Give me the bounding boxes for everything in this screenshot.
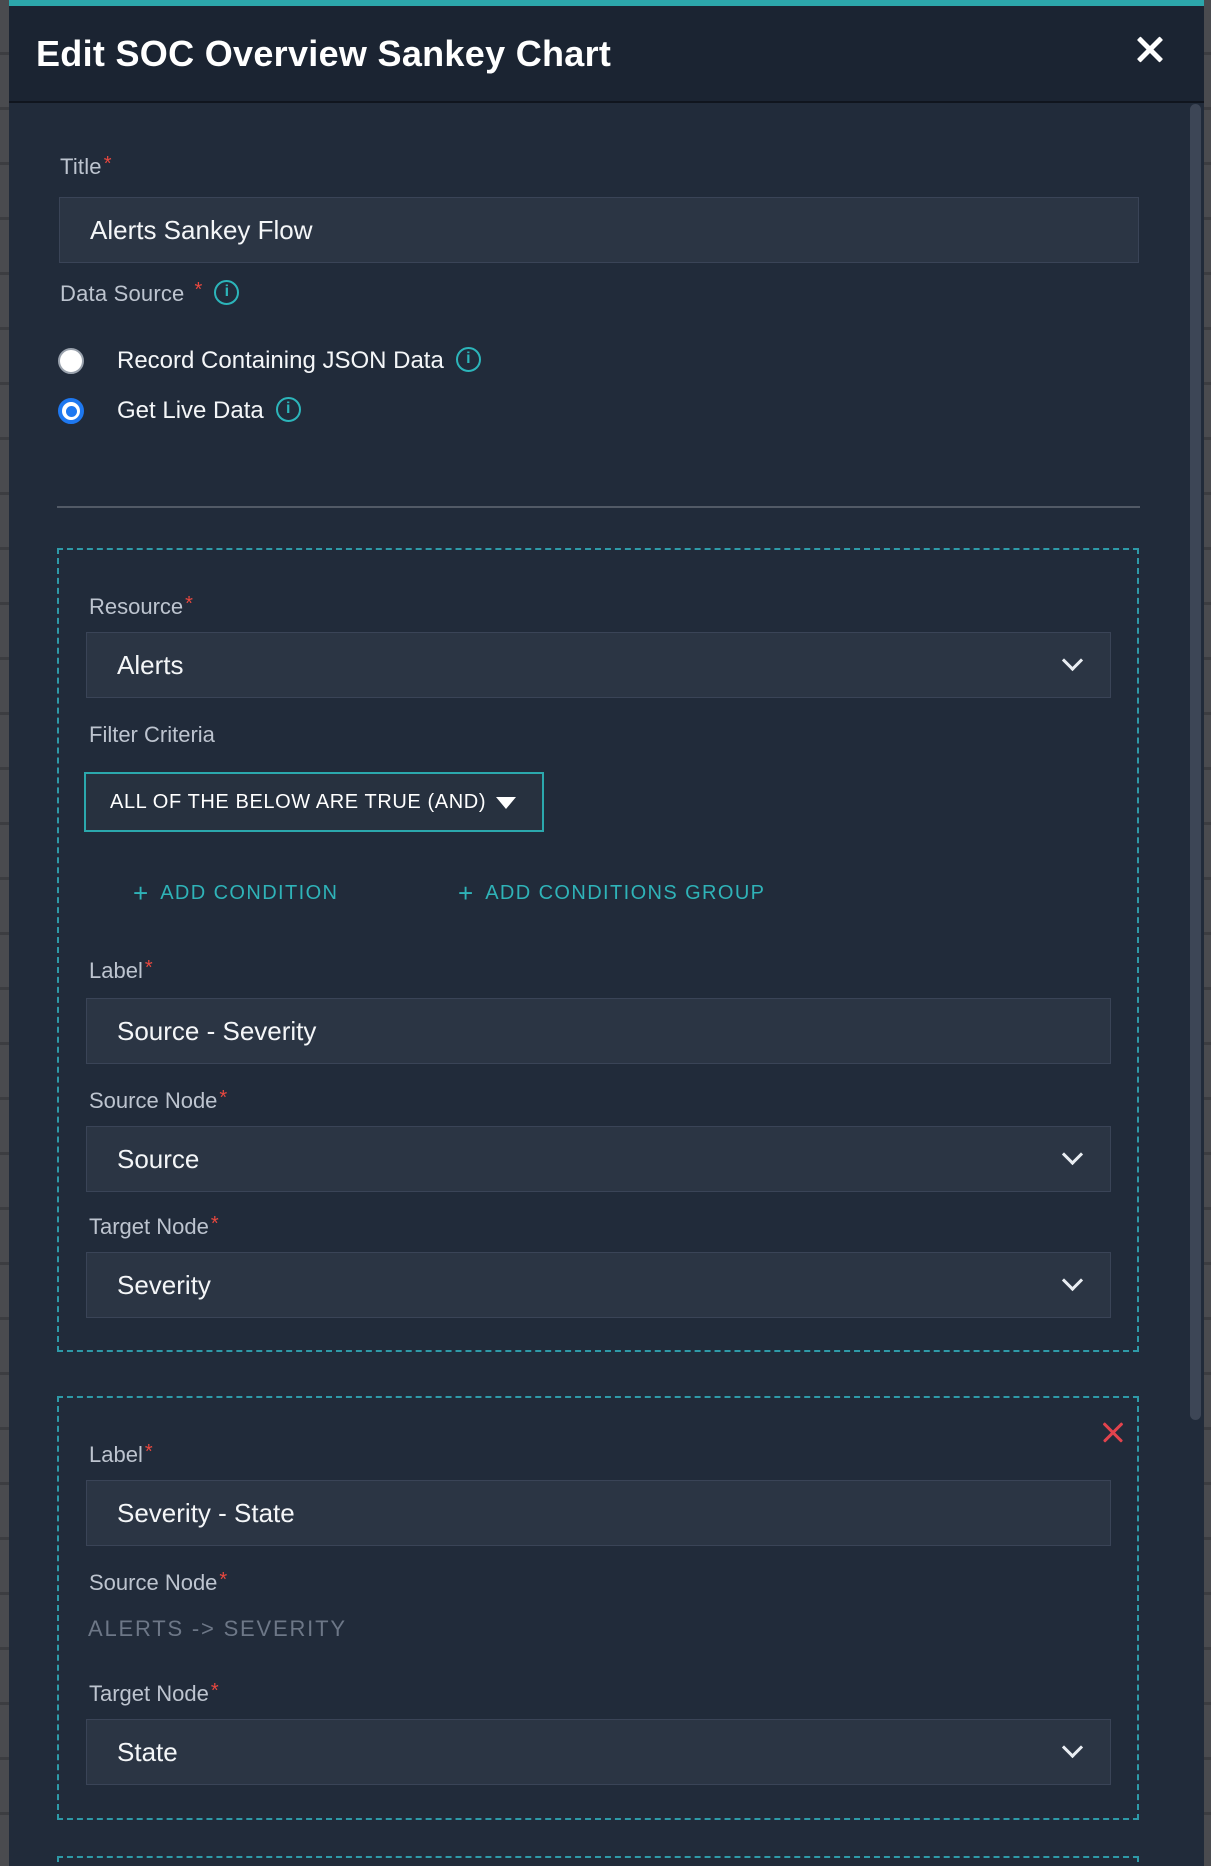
add-condition-button[interactable]: + ADD CONDITION (133, 878, 338, 909)
link2-label-field-label: Label* (89, 1442, 153, 1468)
link2-target-node-label: Target Node* (89, 1681, 219, 1707)
required-marker: * (195, 279, 203, 302)
required-marker: * (145, 1441, 153, 1463)
radio-selected[interactable] (58, 398, 84, 424)
link2-source-node-label: Source Node* (89, 1570, 227, 1596)
edit-sankey-chart-modal: Edit SOC Overview Sankey Chart Title* Da… (9, 0, 1204, 1866)
link1-source-node-value: Source (117, 1144, 199, 1175)
link2-source-node-static-value: ALERTS -> SEVERITY (88, 1616, 347, 1642)
required-marker: * (219, 1569, 227, 1591)
sankey-link-group-1: Resource* Alerts Filter Criteria ALL OF … (57, 548, 1139, 1352)
link1-target-node-label: Target Node* (89, 1214, 219, 1240)
required-marker: * (185, 593, 193, 615)
required-marker: * (104, 153, 112, 175)
sankey-link-group-2: Label* Source Node* ALERTS -> SEVERITY T… (57, 1396, 1139, 1820)
caret-down-icon (496, 797, 516, 809)
filter-criteria-operator-value: ALL OF THE BELOW ARE TRUE (AND) (110, 791, 486, 814)
resource-select[interactable]: Alerts (86, 632, 1111, 698)
modal-header: Edit SOC Overview Sankey Chart (9, 6, 1204, 103)
radio-label[interactable]: Get Live Data (117, 397, 264, 425)
required-marker: * (211, 1680, 219, 1702)
link2-label-input[interactable] (86, 1480, 1111, 1546)
link1-label-input[interactable] (86, 998, 1111, 1064)
background-page-right (1204, 0, 1211, 1866)
chevron-down-icon (1062, 1270, 1083, 1291)
link1-target-node-value: Severity (117, 1270, 211, 1301)
title-input[interactable] (59, 197, 1139, 263)
add-conditions-group-button[interactable]: + ADD CONDITIONS GROUP (458, 878, 765, 909)
plus-icon: + (458, 878, 473, 909)
radio-unselected[interactable] (58, 348, 84, 374)
info-icon[interactable]: i (214, 280, 239, 305)
link1-source-node-label: Source Node* (89, 1088, 227, 1114)
link1-source-node-select[interactable]: Source (86, 1126, 1111, 1192)
data-source-label: Data Source* i (60, 281, 239, 307)
data-source-option-json: Record Containing JSON Data i (58, 347, 481, 375)
sankey-link-group-3-partial (57, 1856, 1139, 1866)
title-field-label: Title* (60, 154, 112, 180)
link1-label-field-label: Label* (89, 958, 153, 984)
filter-criteria-label: Filter Criteria (89, 722, 215, 748)
filter-criteria-operator-select[interactable]: ALL OF THE BELOW ARE TRUE (AND) (84, 772, 544, 832)
chevron-down-icon (1062, 1144, 1083, 1165)
close-icon[interactable] (1132, 31, 1168, 67)
chevron-down-icon (1062, 1737, 1083, 1758)
scrollbar-thumb[interactable] (1190, 104, 1201, 1420)
background-page-left (0, 0, 9, 1866)
required-marker: * (145, 957, 153, 979)
radio-label[interactable]: Record Containing JSON Data (117, 347, 444, 375)
modal-title: Edit SOC Overview Sankey Chart (36, 33, 611, 75)
required-marker: * (219, 1087, 227, 1109)
plus-icon: + (133, 878, 148, 909)
link1-target-node-select[interactable]: Severity (86, 1252, 1111, 1318)
info-icon[interactable]: i (456, 347, 481, 372)
chevron-down-icon (1062, 650, 1083, 671)
data-source-option-live: Get Live Data i (58, 397, 301, 425)
required-marker: * (211, 1213, 219, 1235)
link2-target-node-value: State (117, 1737, 178, 1768)
section-divider (57, 506, 1140, 508)
resource-label: Resource* (89, 594, 193, 620)
info-icon[interactable]: i (276, 397, 301, 422)
link2-target-node-select[interactable]: State (86, 1719, 1111, 1785)
resource-select-value: Alerts (117, 650, 183, 681)
remove-group-icon[interactable] (1101, 1420, 1125, 1444)
